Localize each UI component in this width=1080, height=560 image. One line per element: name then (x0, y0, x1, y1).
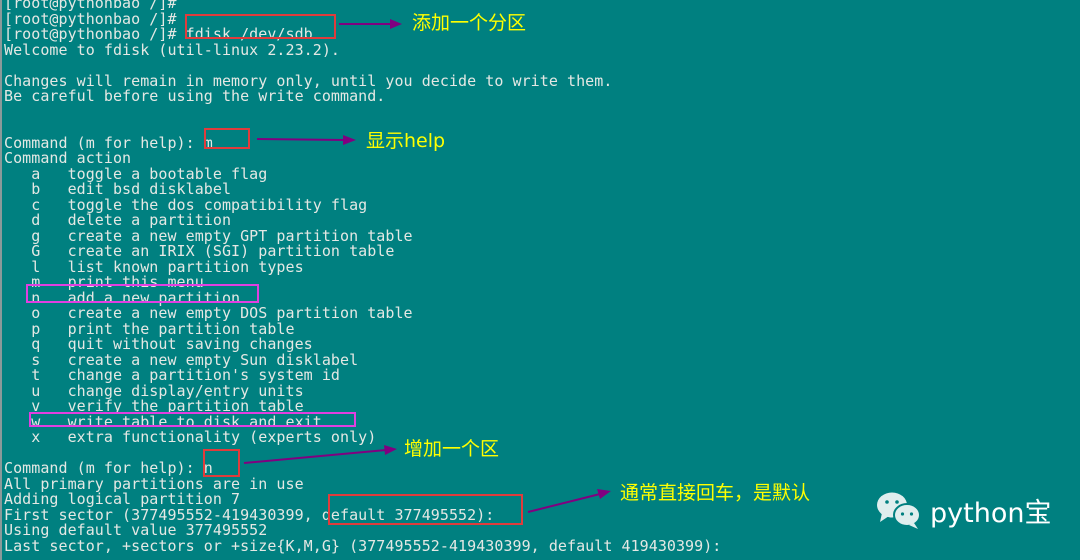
window-left-border (0, 0, 2, 560)
annotation-default-enter: 通常直接回车，是默认 (620, 482, 811, 504)
brand-name: python宝 (930, 497, 1052, 529)
terminal-line: Be careful before using the write comman… (4, 87, 386, 105)
annotation-add-area: 增加一个区 (404, 438, 500, 460)
annotation-show-help: 显示help (366, 130, 446, 152)
highlight-new-command (203, 449, 240, 477)
annotation-add-partition: 添加一个分区 (412, 12, 527, 34)
highlight-option-n (26, 284, 259, 303)
terminal-line: Last sector, +sectors or +size{K,M,G} (3… (4, 536, 722, 555)
terminal-output[interactable]: [root@pythonbao /]# [root@pythonbao /]# [r… (4, 0, 721, 554)
highlight-help-command (204, 128, 250, 149)
highlight-option-w (29, 412, 356, 427)
brand-watermark: python宝 (874, 490, 1051, 530)
highlight-default-sector (328, 494, 523, 525)
terminal-line: x extra functionality (experts only) (4, 428, 377, 446)
terminal-line: Welcome to fdisk (util-linux 2.23.2). (4, 40, 340, 59)
highlight-fdisk-command (185, 14, 336, 39)
wechat-icon (877, 492, 921, 529)
